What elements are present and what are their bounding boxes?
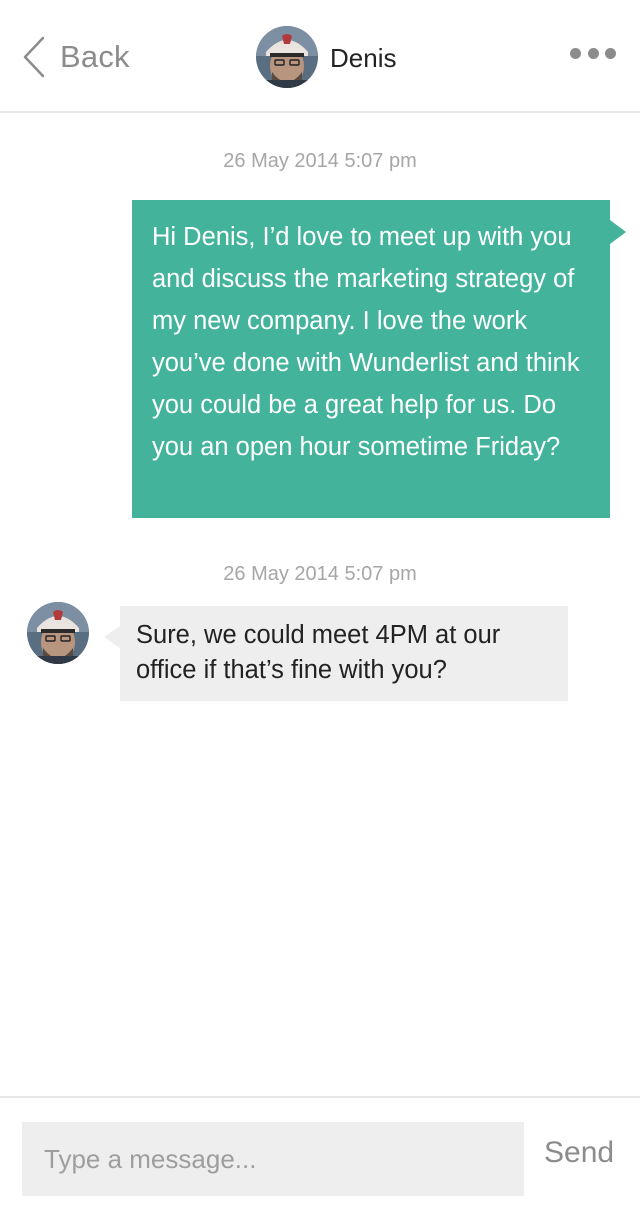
message-text: Hi Denis, I’d love to meet up with you a… <box>152 223 580 461</box>
contact-name: Denis <box>330 42 397 73</box>
message-composer: Send <box>0 1096 640 1218</box>
message-timestamp: 26 May 2014 5:07 pm <box>223 150 417 172</box>
chevron-left-icon <box>23 36 45 78</box>
chat-screen: Back Denis 26 May 2014 5:07 pm Hi Denis,… <box>0 0 640 1218</box>
message-text: Sure, we could meet 4PM at our office if… <box>136 621 501 684</box>
contact-info[interactable]: Denis <box>256 26 396 88</box>
more-horizontal-icon <box>605 47 616 59</box>
avatar[interactable] <box>27 602 89 664</box>
message-timestamp: 26 May 2014 5:07 pm <box>223 563 417 585</box>
back-label: Back <box>60 39 130 74</box>
message-input[interactable] <box>22 1122 524 1196</box>
incoming-message-bubble[interactable]: Sure, we could meet 4PM at our office if… <box>104 606 568 701</box>
contact-avatar-icon <box>27 602 89 664</box>
bubble-tail <box>610 220 626 244</box>
bubble-tail <box>104 626 120 648</box>
outgoing-message-bubble[interactable]: Hi Denis, I’d love to meet up with you a… <box>132 200 626 518</box>
contact-avatar-icon <box>256 26 318 88</box>
back-button[interactable]: Back <box>22 36 130 78</box>
chat-header: Back Denis <box>0 0 640 113</box>
more-options-button[interactable] <box>570 40 616 66</box>
avatar <box>256 26 318 88</box>
more-horizontal-icon <box>570 47 581 59</box>
send-button[interactable]: Send <box>544 1136 614 1170</box>
more-horizontal-icon <box>587 47 599 59</box>
